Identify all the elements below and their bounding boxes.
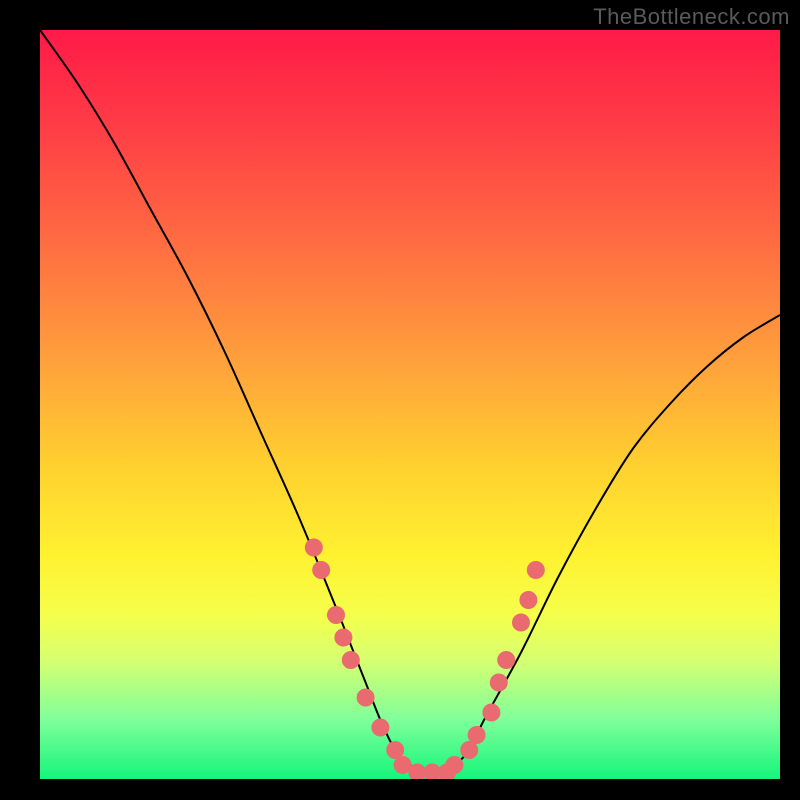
curve-marker <box>334 629 352 647</box>
bottleneck-curve <box>40 30 780 773</box>
curve-marker <box>497 651 515 669</box>
curve-marker <box>371 719 389 737</box>
curve-markers <box>305 539 545 781</box>
curve-marker <box>305 539 323 557</box>
curve-marker <box>482 704 500 722</box>
curve-marker <box>445 756 463 774</box>
curve-marker <box>357 689 375 707</box>
curve-marker <box>327 606 345 624</box>
plot-area <box>40 30 780 780</box>
y-axis <box>39 30 40 780</box>
x-axis <box>40 779 780 780</box>
curve-marker <box>519 591 537 609</box>
curve-marker <box>342 651 360 669</box>
curve-marker <box>527 561 545 579</box>
watermark-text: TheBottleneck.com <box>593 4 790 30</box>
curve-marker <box>490 674 508 692</box>
curve-marker <box>468 726 486 744</box>
chart-frame: TheBottleneck.com <box>0 0 800 800</box>
curve-layer <box>40 30 780 780</box>
curve-marker <box>312 561 330 579</box>
curve-marker <box>512 614 530 632</box>
